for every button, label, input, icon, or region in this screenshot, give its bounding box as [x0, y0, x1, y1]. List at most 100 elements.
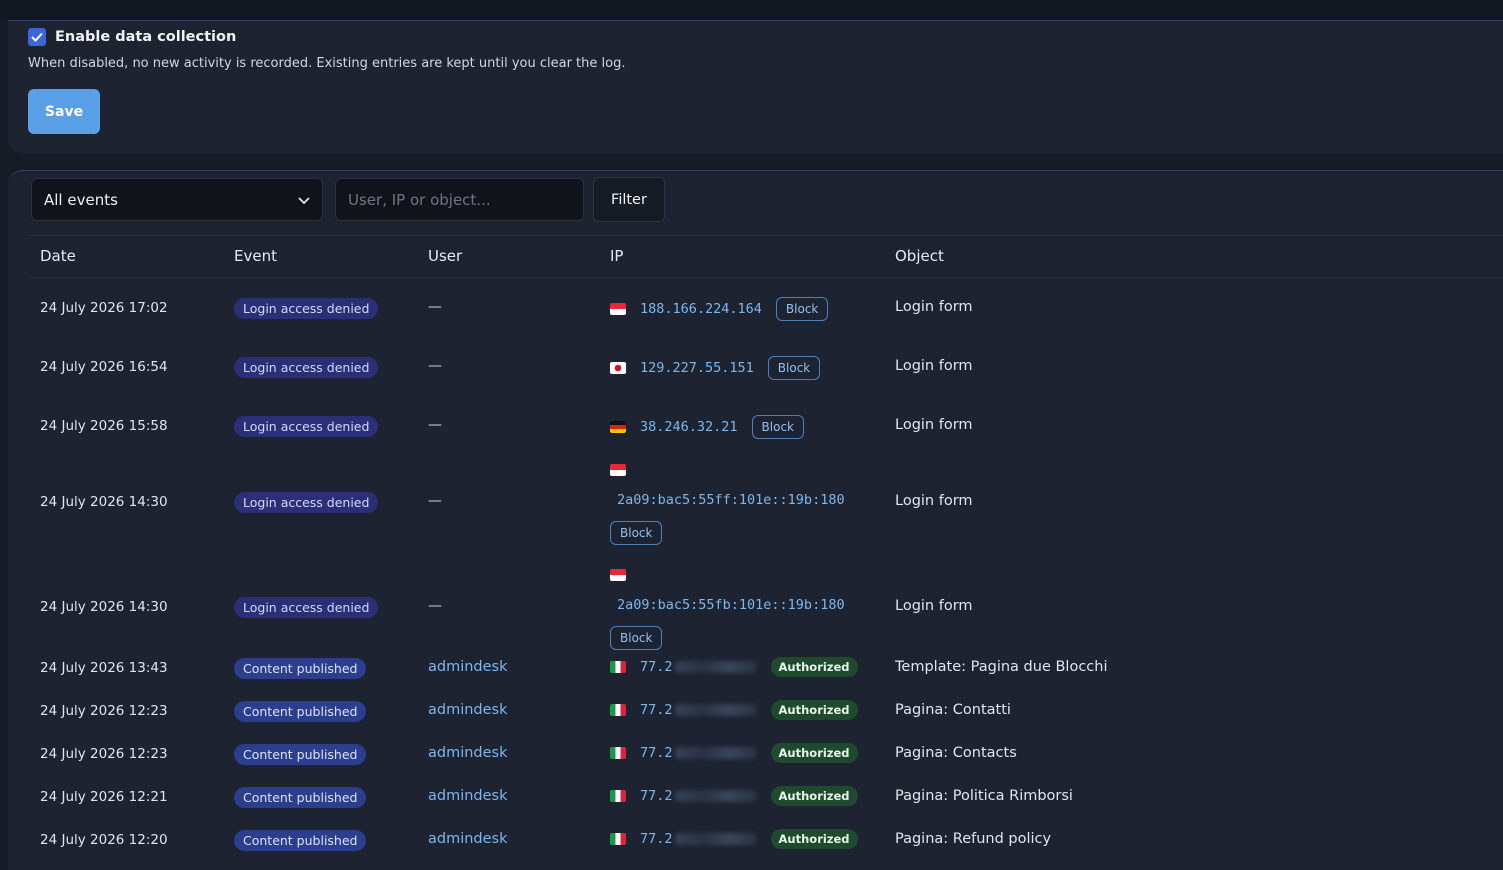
filter-button[interactable]: Filter — [593, 177, 665, 222]
date-cell: 24 July 2026 14:30 — [40, 599, 168, 615]
ip-cell — [610, 567, 626, 583]
save-button[interactable]: Save — [28, 89, 100, 134]
chevron-down-icon — [298, 191, 310, 209]
block-button[interactable]: Block — [767, 356, 821, 380]
column-header-ip: IP — [610, 247, 624, 265]
activity-table: Date Event User IP Object 24 July 2026 1… — [29, 235, 1503, 851]
checkbox-label: Enable data collection — [55, 29, 237, 45]
user-link[interactable]: admindesk — [428, 788, 508, 804]
block-button[interactable]: Block — [610, 521, 663, 545]
help-text: When disabled, no new activity is record… — [28, 56, 626, 71]
object-cell: Pagina: Refund policy — [895, 831, 1052, 847]
checkbox-checked-icon[interactable] — [28, 28, 46, 46]
top-bar — [0, 0, 1503, 20]
authorized-badge: Authorized — [770, 829, 858, 849]
ip-address: 2a09:bac5:55fb:101e::19b:180 — [617, 597, 845, 613]
event-badge: Login access denied — [234, 298, 379, 319]
event-cell: Content published — [234, 744, 367, 765]
table-row: 24 July 2026 14:30 Login access denied —… — [29, 555, 1503, 660]
user-link[interactable]: admindesk — [428, 745, 508, 761]
user-cell: admindesk — [428, 659, 508, 675]
object-cell: Template: Pagina due Blocchi — [895, 659, 1108, 675]
ip-address-text: 77.2 — [640, 831, 673, 847]
event-badge: Content published — [234, 701, 367, 722]
data-collection-toggle[interactable]: Enable data collection — [28, 28, 236, 46]
ip-redacted — [674, 833, 757, 845]
de-flag-icon — [610, 421, 626, 433]
ip-cell: 129.227.55.151 Block — [610, 356, 821, 380]
column-header-event: Event — [234, 247, 277, 265]
object-cell: Login form — [895, 493, 973, 509]
search-input[interactable] — [335, 178, 584, 221]
date-cell: 24 July 2026 16:54 — [40, 359, 168, 375]
event-cell: Login access denied — [234, 298, 379, 319]
authorized-badge: Authorized — [770, 657, 858, 677]
table-row: 24 July 2026 12:23 Content published adm… — [29, 733, 1503, 776]
column-header-object: Object — [895, 247, 944, 265]
block-cell: Block — [610, 521, 663, 545]
event-cell: Content published — [234, 830, 367, 851]
table-row: 24 July 2026 16:54 Login access denied —… — [29, 338, 1503, 397]
date-cell: 24 July 2026 14:30 — [40, 494, 168, 510]
ip-cell — [610, 462, 626, 478]
user-link[interactable]: admindesk — [428, 702, 508, 718]
event-cell: Content published — [234, 701, 367, 722]
user-link[interactable]: admindesk — [428, 659, 508, 675]
table-row: 24 July 2026 12:21 Content published adm… — [29, 776, 1503, 819]
event-cell: Login access denied — [234, 597, 379, 618]
user-cell: admindesk — [428, 702, 508, 718]
authorized-badge: Authorized — [770, 743, 858, 763]
user-cell: admindesk — [428, 745, 508, 761]
event-filter-select[interactable]: All events — [31, 178, 323, 221]
ip-address-text: 188.166.224.164 — [640, 301, 762, 317]
ip-cell: 77.2 Authorized — [610, 657, 858, 677]
ip-address: 2a09:bac5:55ff:101e::19b:180 — [617, 492, 845, 508]
object-cell: Login form — [895, 358, 973, 374]
event-cell: Login access denied — [234, 492, 379, 513]
ip-address-text: 77.2 — [640, 659, 673, 675]
ip-address-text: 77.2 — [640, 788, 673, 804]
it-flag-icon — [610, 833, 626, 845]
user-empty: — — [428, 417, 442, 433]
object-cell: Pagina: Politica Rimborsi — [895, 788, 1073, 804]
ip-cell: 77.2 Authorized — [610, 786, 858, 806]
ip-redacted — [674, 747, 757, 759]
sg-flag-icon — [610, 569, 626, 581]
date-cell: 24 July 2026 12:21 — [40, 789, 168, 805]
user-empty: — — [428, 598, 442, 614]
block-button[interactable]: Block — [775, 297, 829, 321]
column-header-date: Date — [40, 247, 76, 265]
column-header-user: User — [428, 247, 463, 265]
table-row: 24 July 2026 12:23 Content published adm… — [29, 690, 1503, 733]
activity-log-card: All events Filter Date Event User IP Obj… — [8, 170, 1503, 870]
user-empty: — — [428, 299, 442, 315]
date-cell: 24 July 2026 12:20 — [40, 832, 168, 848]
object-cell: Login form — [895, 299, 973, 315]
user-cell: — — [428, 493, 442, 509]
table-row: 24 July 2026 14:30 Login access denied —… — [29, 450, 1503, 555]
event-badge: Content published — [234, 787, 367, 808]
ip-redacted — [674, 704, 757, 716]
event-badge: Login access denied — [234, 416, 379, 437]
date-cell: 24 July 2026 17:02 — [40, 300, 168, 316]
ip-cell: 188.166.224.164 Block — [610, 297, 829, 321]
ip-address-text: 38.246.32.21 — [640, 419, 738, 435]
authorized-badge: Authorized — [770, 786, 858, 806]
ip-address-text: 2a09:bac5:55fb:101e::19b:180 — [617, 597, 845, 613]
authorized-badge: Authorized — [770, 700, 858, 720]
table-row: 24 July 2026 12:20 Content published adm… — [29, 819, 1503, 862]
object-cell: Pagina: Contacts — [895, 745, 1017, 761]
block-button[interactable]: Block — [751, 415, 805, 439]
object-cell: Login form — [895, 417, 973, 433]
user-cell: — — [428, 299, 442, 315]
user-cell: admindesk — [428, 831, 508, 847]
it-flag-icon — [610, 704, 626, 716]
date-cell: 24 July 2026 13:43 — [40, 660, 168, 676]
ip-cell: 77.2 Authorized — [610, 743, 858, 763]
table-row: 24 July 2026 15:58 Login access denied —… — [29, 397, 1503, 456]
settings-card: Enable data collection When disabled, no… — [8, 20, 1503, 153]
object-cell: Pagina: Contatti — [895, 702, 1011, 718]
event-badge: Content published — [234, 658, 367, 679]
user-link[interactable]: admindesk — [428, 831, 508, 847]
event-cell: Content published — [234, 658, 367, 679]
